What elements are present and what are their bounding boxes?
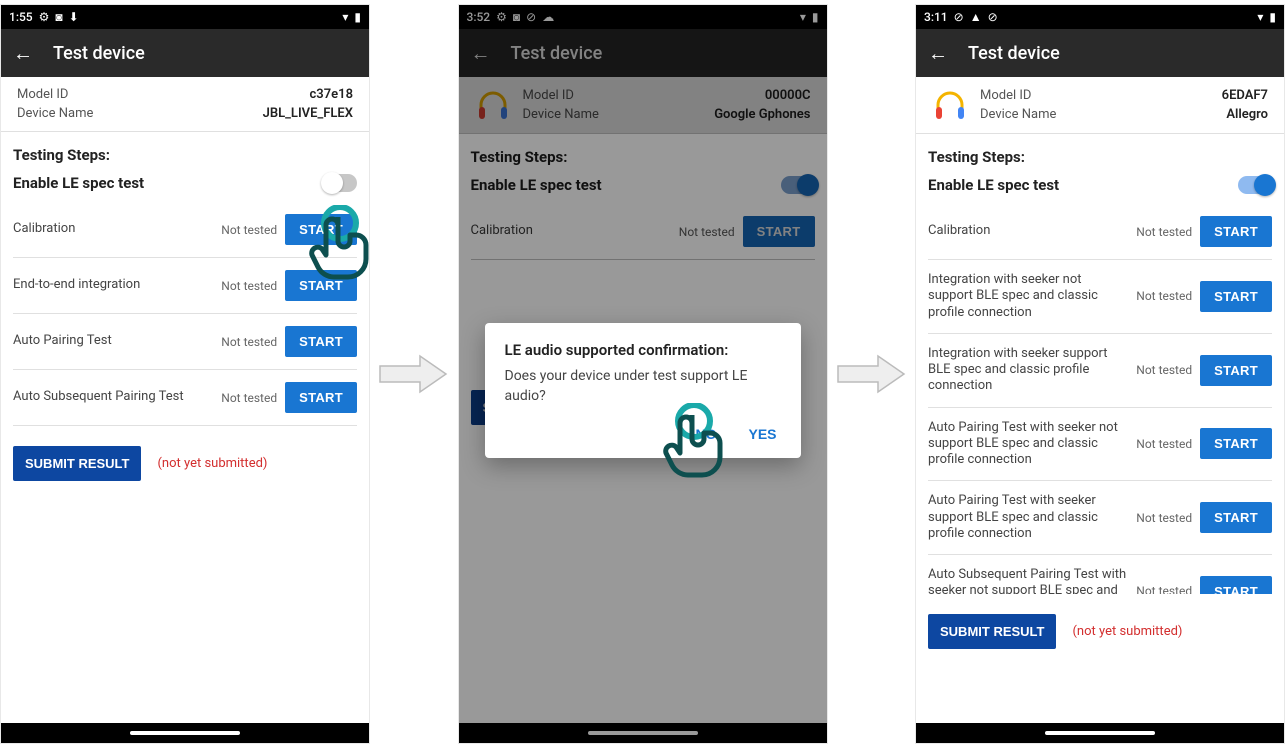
submit-result-button[interactable]: SUBMIT RESULT	[13, 446, 141, 481]
navigation-bar	[1, 723, 369, 743]
headphones-icon	[932, 87, 968, 123]
step-name: Integration with seeker not support BLE …	[928, 272, 1128, 321]
dialog-no-button[interactable]: NO	[691, 420, 720, 448]
phone-screen-3: 3:11 ⊘ ▲ ⊘ ▾ ▮ ← Test device Model ID 6E…	[915, 4, 1285, 744]
dialog-title: LE audio supported confirmation:	[505, 341, 781, 359]
submit-result-button[interactable]: SUBMIT RESULT	[928, 614, 1056, 649]
testing-steps-heading: Testing Steps:	[1, 132, 369, 170]
step-name: Auto Subsequent Pairing Test with seeker…	[928, 567, 1128, 594]
testing-steps-heading: Testing Steps:	[916, 134, 1284, 172]
step-name: Calibration	[928, 223, 1128, 239]
appbar-title: Test device	[53, 43, 145, 64]
start-button[interactable]: START	[1200, 428, 1272, 459]
submit-status: (not yet submitted)	[1072, 624, 1182, 639]
status-bar: 1:55 ⚙ ◙ ⬇ ▾ ▮	[1, 5, 369, 29]
step-row: End-to-end integration Not tested START	[13, 258, 357, 314]
step-row: Calibration Not tested START	[928, 204, 1272, 260]
start-button[interactable]: START	[285, 382, 357, 413]
device-name-value: JBL_LIVE_FLEX	[263, 106, 353, 121]
step-name: Calibration	[13, 221, 213, 237]
device-card: Model ID c37e18 Device Name JBL_LIVE_FLE…	[1, 77, 369, 132]
step-status: Not tested	[1136, 289, 1192, 303]
dialog-body: Does your device under test support LE a…	[505, 367, 781, 406]
model-id-value: c37e18	[263, 87, 353, 102]
step-status: Not tested	[1136, 584, 1192, 594]
model-id-label: Model ID	[980, 88, 1214, 103]
step-name: Integration with seeker support BLE spec…	[928, 346, 1128, 395]
status-time: 1:55	[9, 10, 33, 24]
start-button[interactable]: START	[1200, 355, 1272, 386]
status-bar: 3:11 ⊘ ▲ ⊘ ▾ ▮	[916, 5, 1284, 29]
phone-screen-2: 3:52 ⚙ ◙ ⊘ ☁ ▾ ▮ ← Test device Model ID …	[458, 4, 828, 744]
warning-icon: ▲	[970, 10, 982, 24]
back-icon[interactable]: ←	[13, 43, 33, 63]
step-row: Auto Subsequent Pairing Test with seeker…	[928, 555, 1272, 594]
navigation-bar	[916, 723, 1284, 743]
step-status: Not tested	[221, 279, 277, 293]
phone-screen-1: 1:55 ⚙ ◙ ⬇ ▾ ▮ ← Test device Model ID c3…	[0, 4, 370, 744]
model-id-value: 6EDAF7	[1222, 88, 1268, 103]
step-row: Integration with seeker not support BLE …	[928, 260, 1272, 334]
step-row: Calibration Not tested START	[13, 202, 357, 258]
step-name: Auto Pairing Test	[13, 333, 213, 349]
app-bar: ← Test device	[916, 29, 1284, 77]
step-status: Not tested	[1136, 511, 1192, 525]
step-name: End-to-end integration	[13, 277, 213, 293]
step-row: Auto Pairing Test with seeker not suppor…	[928, 408, 1272, 482]
device-name-label: Device Name	[17, 106, 255, 121]
appbar-title: Test device	[968, 43, 1060, 64]
device-name-value: Allegro	[1222, 107, 1268, 122]
step-row: Auto Pairing Test Not tested START	[13, 314, 357, 370]
start-button[interactable]: START	[1200, 281, 1272, 312]
flow-arrow-icon	[836, 354, 906, 394]
step-row: Auto Pairing Test with seeker support BL…	[928, 481, 1272, 555]
start-button[interactable]: START	[285, 214, 357, 245]
start-button[interactable]: START	[285, 326, 357, 357]
app-bar: ← Test device	[1, 29, 369, 77]
device-name-label: Device Name	[980, 107, 1214, 122]
step-status: Not tested	[221, 223, 277, 237]
step-name: Auto Subsequent Pairing Test	[13, 389, 213, 405]
dialog-yes-button[interactable]: YES	[744, 420, 780, 448]
wifi-icon: ▾	[342, 10, 348, 24]
wifi-icon: ▾	[1257, 10, 1263, 24]
start-button[interactable]: START	[1200, 502, 1272, 533]
submit-status: (not yet submitted)	[157, 456, 267, 471]
step-row: Auto Subsequent Pairing Test Not tested …	[13, 370, 357, 426]
step-status: Not tested	[1136, 363, 1192, 377]
start-button[interactable]: START	[1200, 576, 1272, 594]
back-icon[interactable]: ←	[928, 43, 948, 63]
start-button[interactable]: START	[1200, 216, 1272, 247]
step-status: Not tested	[1136, 225, 1192, 239]
battery-icon: ▮	[354, 10, 361, 24]
record-icon: ◙	[55, 10, 62, 24]
step-row: Integration with seeker support BLE spec…	[928, 334, 1272, 408]
step-status: Not tested	[221, 335, 277, 349]
le-audio-confirmation-dialog: LE audio supported confirmation: Does yo…	[485, 323, 801, 458]
device-card: Model ID 6EDAF7 Device Name Allegro	[916, 77, 1284, 134]
step-name: Auto Pairing Test with seeker support BL…	[928, 493, 1128, 542]
enable-le-toggle[interactable]	[323, 174, 357, 192]
start-button[interactable]: START	[285, 270, 357, 301]
dnd-icon: ⊘	[988, 10, 998, 24]
gear-icon: ⚙	[39, 10, 50, 24]
flow-arrow-icon	[378, 354, 448, 394]
download-icon: ⬇	[69, 10, 79, 24]
enable-le-label: Enable LE spec test	[928, 176, 1059, 194]
dnd-icon: ⊘	[954, 10, 964, 24]
step-status: Not tested	[221, 391, 277, 405]
enable-le-toggle[interactable]	[1238, 176, 1272, 194]
enable-le-label: Enable LE spec test	[13, 174, 144, 192]
step-status: Not tested	[1136, 437, 1192, 451]
battery-icon: ▮	[1269, 10, 1276, 24]
status-time: 3:11	[924, 10, 948, 24]
step-name: Auto Pairing Test with seeker not suppor…	[928, 420, 1128, 469]
model-id-label: Model ID	[17, 87, 255, 102]
